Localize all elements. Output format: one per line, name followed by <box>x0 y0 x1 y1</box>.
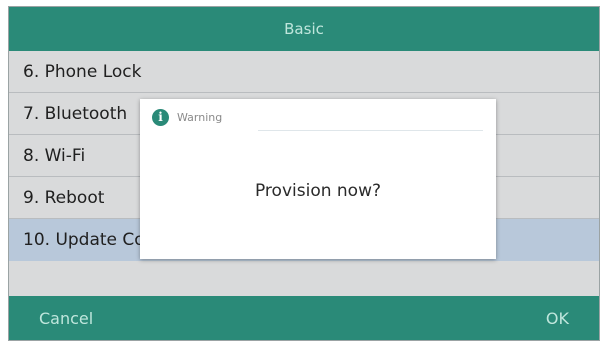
menu-item-label: 6. Phone Lock <box>23 61 142 82</box>
dialog-title: Warning <box>177 110 223 124</box>
dialog-message: Provision now? <box>254 181 381 201</box>
dialog-divider <box>258 130 483 131</box>
menu-item-phone-lock[interactable]: 6. Phone Lock <box>9 51 599 93</box>
menu-item-label: 9. Reboot <box>23 187 105 208</box>
phone-screen: Basic 6. Phone Lock 7. Bluetooth 8. Wi-F… <box>8 6 600 341</box>
menu-item-label: 7. Bluetooth <box>23 103 128 124</box>
softkey-bar: Cancel OK <box>9 296 599 340</box>
cancel-softkey[interactable]: Cancel <box>39 309 93 328</box>
menu-item-label: 8. Wi-Fi <box>23 145 86 166</box>
title-bar: Basic <box>9 7 599 51</box>
info-icon: i <box>152 108 169 126</box>
warning-dialog: i Warning Provision now? <box>140 99 496 259</box>
page-title: Basic <box>284 20 324 38</box>
ok-softkey[interactable]: OK <box>546 309 569 328</box>
